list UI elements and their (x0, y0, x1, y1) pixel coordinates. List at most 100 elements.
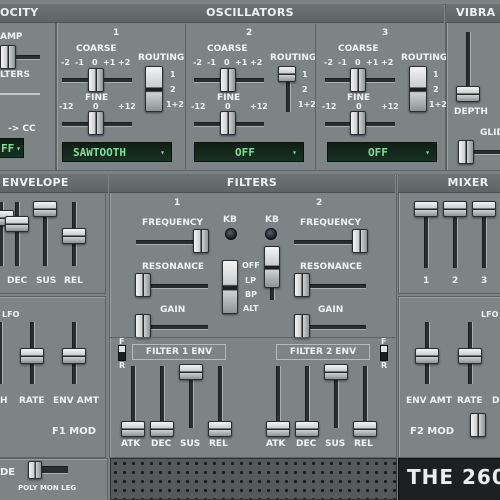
filter2-kb-label: KB (265, 215, 279, 225)
vibrato-depth-slider[interactable] (456, 86, 480, 102)
osc1-coarse-scale-m2: -2 (61, 58, 70, 67)
filter2-atk-label: ATK (266, 439, 286, 449)
mixer-ch1-slider[interactable] (414, 201, 438, 217)
filter2-env-label: FILTER 2 ENV (276, 344, 370, 360)
osc1-routing-switch[interactable] (145, 66, 163, 112)
osc2-routing-switch[interactable] (278, 66, 296, 82)
osc3-routing-switch[interactable] (409, 66, 427, 112)
osc2-coarse-slider[interactable] (220, 68, 236, 92)
filter1-env-toggle[interactable] (118, 345, 126, 361)
osc2-coarse-label: COARSE (207, 44, 248, 54)
velocity-cc-select[interactable]: FF ▾ (0, 138, 24, 158)
f1-h-label: H (0, 396, 8, 406)
f2-lfo-label: LFO (481, 310, 499, 319)
env-release-label: REL (64, 276, 83, 286)
chevron-down-icon: ▾ (16, 144, 21, 153)
env-decay-slider[interactable] (5, 216, 29, 232)
env-decay-label: DEC (7, 276, 28, 286)
filter2-gain-label: GAIN (318, 305, 344, 315)
vibrato-glide-slider[interactable] (458, 140, 474, 164)
mixer-ch3-slider[interactable] (472, 201, 496, 217)
chevron-down-icon: ▾ (292, 148, 297, 157)
envelope-header: ENVELOPE (0, 174, 108, 193)
env-sustain-label: SUS (36, 276, 57, 286)
filter2-frequency-slider[interactable] (352, 229, 368, 253)
f1-rate-slider[interactable] (20, 348, 44, 364)
filter1-sus-slider[interactable] (179, 364, 203, 380)
env-decay-slot (15, 202, 20, 266)
f2-rate-slider[interactable] (458, 348, 482, 364)
chevron-down-icon: ▾ (425, 148, 430, 157)
osc1-waveform-select[interactable]: SAWTOOTH ▾ (62, 142, 172, 162)
f1-lfo-label: LFO (2, 310, 20, 319)
logo-badge: THE 260 (398, 458, 500, 500)
osc3-routing-2: 2 (433, 85, 439, 94)
osc2-waveform-select[interactable]: OFF ▾ (194, 142, 304, 162)
osc3-waveform-select[interactable]: OFF ▾ (327, 142, 437, 162)
osc3-waveform-value: OFF (368, 146, 388, 159)
vibrato-header: VIBRA (446, 4, 500, 23)
osc-divider-2 (315, 24, 316, 169)
filter2-rel-slider[interactable] (353, 421, 377, 437)
filter1-resonance-slider[interactable] (135, 273, 151, 297)
filter2-frequency-label: FREQUENCY (300, 218, 361, 228)
filter2-dec-slot (305, 366, 310, 428)
filter1-rel-slider[interactable] (208, 421, 232, 437)
f2-waveform-slider[interactable] (470, 413, 486, 437)
filter-mode-bp: BP (245, 290, 257, 299)
osc1-routing-1: 1 (170, 70, 176, 79)
filter1-env-label: FILTER 1 ENV (132, 344, 226, 360)
mixer-header: MIXER (398, 174, 500, 193)
env-sustain-slider[interactable] (33, 201, 57, 217)
mixer-ch2-slider[interactable] (443, 201, 467, 217)
osc-divider-1 (185, 24, 186, 169)
filter2-resonance-slider[interactable] (294, 273, 310, 297)
velocity-divider (0, 93, 40, 95)
filter2-number: 2 (316, 198, 323, 208)
filter1-dec-slider[interactable] (150, 421, 174, 437)
osc3-fine-slider[interactable] (350, 111, 366, 135)
osc2-fine-scale-p12: +12 (250, 102, 268, 111)
filter1-atk-slider[interactable] (121, 421, 145, 437)
f2-rate-label: RATE (457, 396, 483, 406)
osc1-routing-12: 1+2 (166, 100, 184, 109)
osc1-routing-label: ROUTING (138, 53, 185, 63)
velocity-to-cc-label: -> CC (8, 124, 36, 134)
osc1-coarse-scale-p1: +1 (103, 58, 116, 67)
osc1-coarse-scale-p2: +2 (118, 58, 131, 67)
osc3-coarse-scale-0: 0 (355, 58, 361, 67)
osc1-fine-slider[interactable] (88, 111, 104, 135)
velocity-amp-slider[interactable] (0, 45, 16, 69)
poly-mode-switch[interactable] (28, 461, 42, 479)
osc1-coarse-slider[interactable] (88, 68, 104, 92)
filter1-frequency-label: FREQUENCY (142, 218, 203, 228)
osc1-coarse-scale-m1: -1 (75, 58, 84, 67)
filter2-mode-switch[interactable] (264, 246, 280, 288)
filter-mode-lp: LP (245, 276, 256, 285)
filters-header: FILTERS (109, 174, 395, 193)
osc3-coarse-slider[interactable] (350, 68, 366, 92)
filter1-gain-slider[interactable] (135, 314, 151, 338)
filter1-frequency-slider[interactable] (193, 229, 209, 253)
filter2-dec-slider[interactable] (295, 421, 319, 437)
osc1-coarse-scale-0: 0 (92, 58, 98, 67)
filter1-mode-switch[interactable] (222, 260, 238, 314)
f2-envamt-slider[interactable] (415, 348, 439, 364)
filter1-dec-slot (160, 366, 165, 428)
f2-mod-title: F2 MOD (410, 426, 455, 437)
env-release-slider[interactable] (62, 228, 86, 244)
filter2-sus-slider[interactable] (324, 364, 348, 380)
filter2-atk-slider[interactable] (266, 421, 290, 437)
osc2-fine-slider[interactable] (220, 111, 236, 135)
osc2-coarse-scale-p1: +1 (235, 58, 248, 67)
filter2-gain-slider[interactable] (294, 314, 310, 338)
f2-d-label: D (492, 396, 500, 406)
velocity-cc-value: FF (1, 142, 15, 155)
filter2-env-toggle[interactable] (380, 345, 388, 361)
filter1-kb-led[interactable] (225, 228, 237, 240)
f1-envamt-slider[interactable] (62, 348, 86, 364)
filter2-kb-led[interactable] (265, 228, 277, 240)
osc1-fine-scale-m12: -12 (59, 102, 74, 111)
mixer-ch1-label: 1 (423, 276, 430, 286)
filter1-rel-slot (218, 366, 223, 428)
